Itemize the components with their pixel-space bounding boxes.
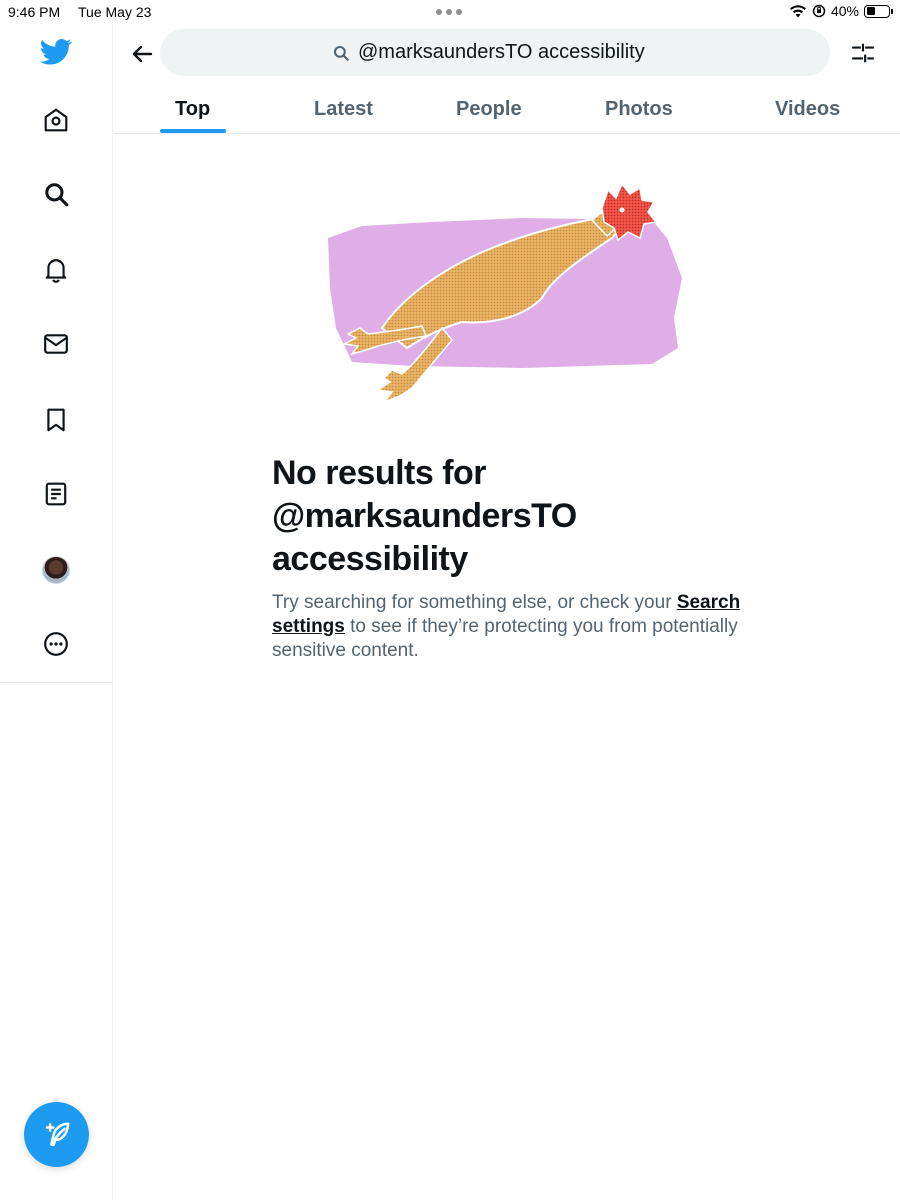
rubber-chicken-illustration	[328, 182, 682, 404]
tab-people[interactable]: People	[456, 84, 522, 134]
bookmark-icon[interactable]	[40, 404, 72, 436]
list-icon[interactable]	[40, 478, 72, 510]
feather-plus-icon	[45, 1122, 69, 1146]
envelope-icon[interactable]	[40, 328, 72, 360]
battery-icon	[864, 4, 893, 18]
tab-photos[interactable]: Photos	[605, 84, 673, 134]
empty-state-body: Try searching for something else, or che…	[272, 591, 752, 663]
avatar	[42, 556, 70, 584]
battery-percent: 40%	[830, 3, 859, 19]
profile-avatar-button[interactable]	[40, 554, 72, 586]
status-bar: 9:46 PM Tue May 23 40%	[0, 0, 900, 24]
tab-latest[interactable]: Latest	[314, 84, 373, 134]
search-filter-button[interactable]	[846, 36, 880, 70]
active-tab-indicator	[160, 129, 226, 133]
empty-state-title: No results for @marksaundersTO accessibi…	[272, 454, 577, 578]
search-icon[interactable]	[40, 178, 72, 210]
search-input[interactable]	[358, 41, 658, 64]
multitasking-dots[interactable]	[436, 9, 462, 15]
status-date: Tue May 23	[78, 4, 152, 20]
sidebar	[0, 24, 113, 1200]
sliders-icon	[852, 43, 874, 63]
status-time: 9:46 PM	[8, 4, 61, 20]
more-icon[interactable]	[40, 628, 72, 660]
compose-tweet-button[interactable]	[24, 1102, 89, 1167]
search-box[interactable]	[160, 29, 830, 76]
bell-icon[interactable]	[40, 254, 72, 286]
wifi-icon	[789, 5, 806, 18]
search-icon	[333, 45, 349, 61]
arrow-left-icon	[132, 45, 153, 63]
home-icon[interactable]	[40, 104, 72, 136]
sidebar-divider	[0, 682, 113, 683]
orientation-lock-icon	[812, 4, 826, 18]
bird-icon[interactable]	[40, 36, 72, 68]
back-button[interactable]	[124, 36, 160, 72]
search-tabs: Top Latest People Photos Videos	[114, 84, 900, 134]
status-right: 40%	[789, 3, 893, 19]
tab-videos[interactable]: Videos	[775, 84, 840, 134]
tab-top[interactable]: Top	[175, 84, 210, 134]
empty-state-text-before: Try searching for something else, or che…	[272, 592, 677, 613]
